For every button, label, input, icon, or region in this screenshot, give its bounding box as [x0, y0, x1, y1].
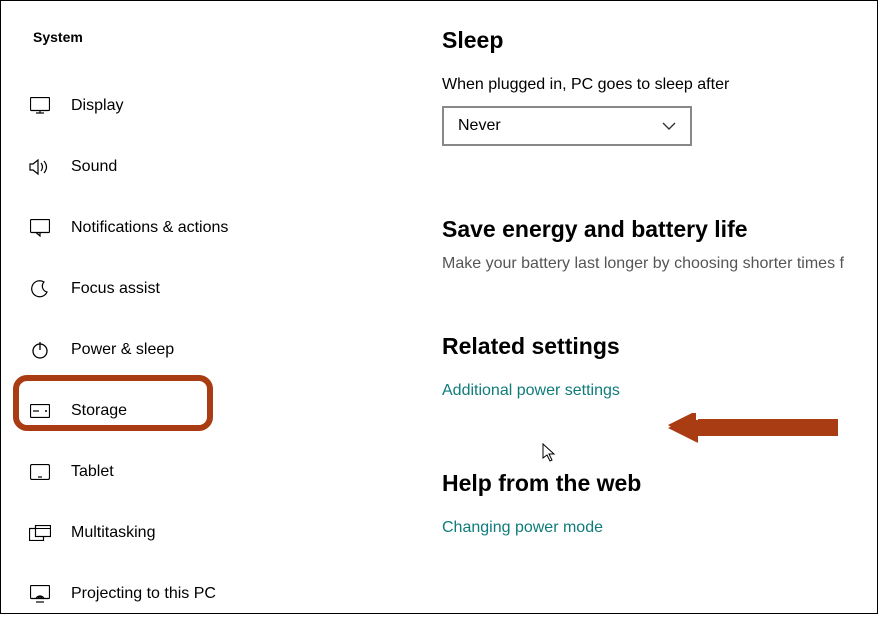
sleep-select[interactable]: Never	[442, 106, 692, 146]
help-heading: Help from the web	[442, 470, 877, 497]
energy-subtext: Make your battery last longer by choosin…	[442, 255, 877, 273]
sidebar-item-label: Multitasking	[71, 524, 155, 542]
sidebar-item-storage[interactable]: Storage	[1, 380, 406, 441]
tablet-icon	[29, 461, 51, 483]
sidebar-item-projecting[interactable]: Projecting to this PC	[1, 563, 406, 624]
energy-heading: Save energy and battery life	[442, 216, 877, 243]
sidebar-item-display[interactable]: Display	[1, 75, 406, 136]
moon-icon	[29, 278, 51, 300]
sidebar: System Display Sound Notifications & act…	[1, 1, 406, 613]
sidebar-title: System	[1, 29, 406, 75]
multitasking-icon	[29, 522, 51, 544]
notifications-icon	[29, 217, 51, 239]
sound-icon	[29, 156, 51, 178]
projecting-icon	[29, 583, 51, 605]
sidebar-item-label: Sound	[71, 158, 117, 176]
sidebar-item-tablet[interactable]: Tablet	[1, 441, 406, 502]
storage-icon	[29, 400, 51, 422]
sidebar-item-multitasking[interactable]: Multitasking	[1, 502, 406, 563]
power-icon	[29, 339, 51, 361]
sidebar-item-notifications[interactable]: Notifications & actions	[1, 197, 406, 258]
chevron-down-icon	[662, 122, 676, 130]
additional-power-settings-link[interactable]: Additional power settings	[442, 382, 620, 400]
sleep-select-value: Never	[458, 117, 501, 135]
sidebar-item-label: Power & sleep	[71, 341, 174, 359]
related-heading: Related settings	[442, 333, 877, 360]
sidebar-item-label: Storage	[71, 402, 127, 420]
sidebar-item-label: Display	[71, 97, 123, 115]
main-content: Sleep When plugged in, PC goes to sleep …	[406, 1, 877, 613]
sidebar-item-sound[interactable]: Sound	[1, 136, 406, 197]
sidebar-item-focus-assist[interactable]: Focus assist	[1, 258, 406, 319]
sleep-field-label: When plugged in, PC goes to sleep after	[442, 76, 877, 94]
changing-power-mode-link[interactable]: Changing power mode	[442, 519, 603, 537]
display-icon	[29, 95, 51, 117]
sidebar-item-label: Tablet	[71, 463, 114, 481]
sidebar-item-label: Projecting to this PC	[71, 585, 216, 603]
sidebar-item-power-sleep[interactable]: Power & sleep	[1, 319, 406, 380]
sleep-heading: Sleep	[442, 27, 877, 54]
sidebar-item-label: Notifications & actions	[71, 219, 228, 237]
sidebar-item-label: Focus assist	[71, 280, 160, 298]
